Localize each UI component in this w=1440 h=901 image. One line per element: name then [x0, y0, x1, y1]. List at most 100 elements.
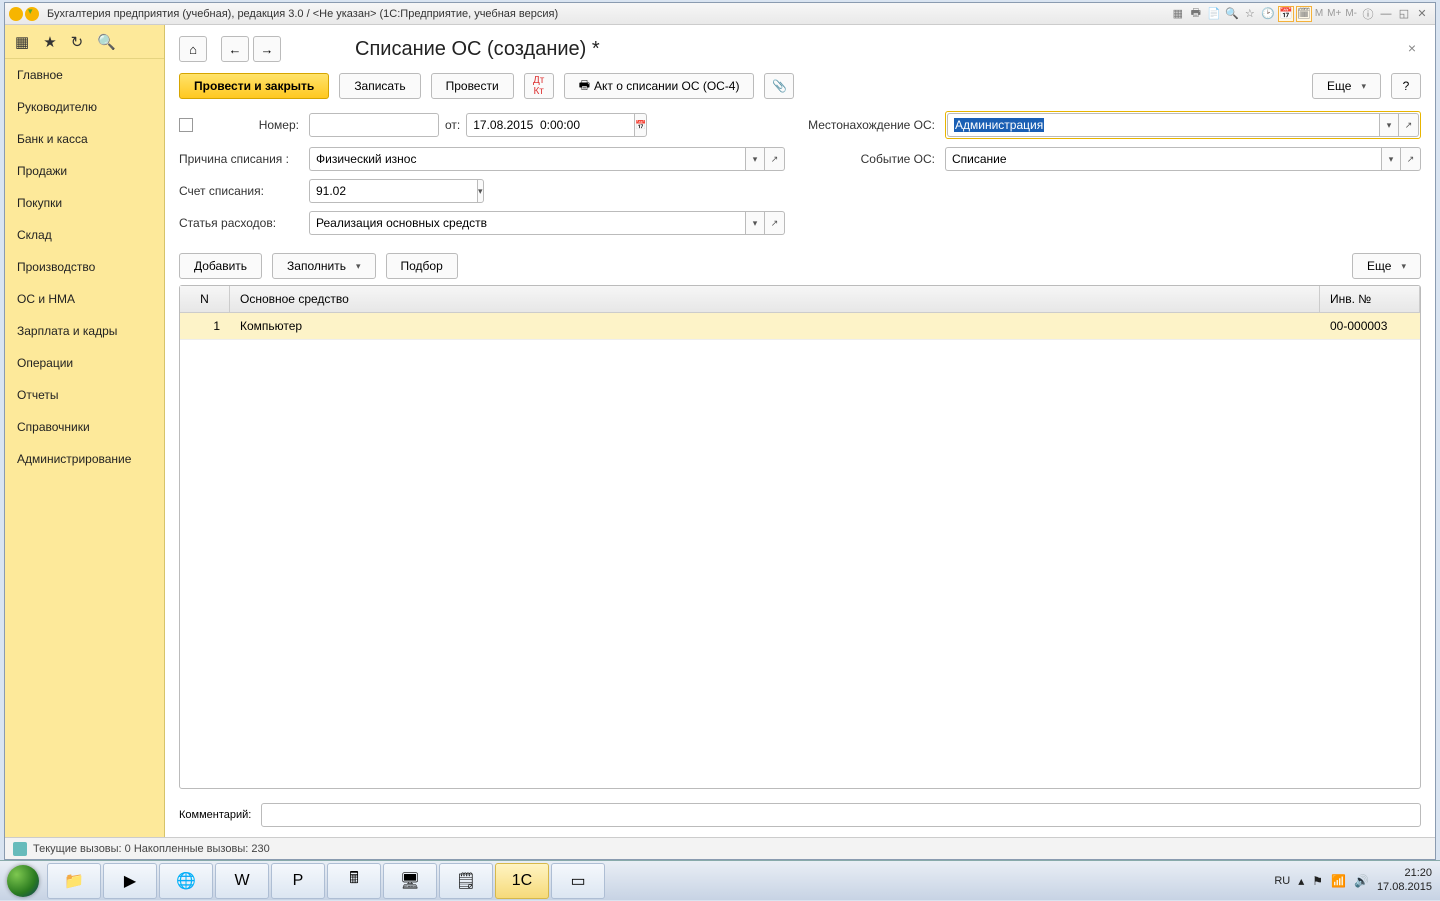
- taskbar-calc[interactable]: 🖩: [327, 863, 381, 899]
- mem-mminus[interactable]: M-: [1345, 8, 1357, 19]
- home-button[interactable]: ⌂: [179, 36, 207, 62]
- close-page-icon[interactable]: ×: [1403, 40, 1421, 58]
- date-field[interactable]: [466, 113, 634, 137]
- tb-icon-3[interactable]: 📄: [1206, 6, 1222, 22]
- expense-dropdown-icon[interactable]: ▾: [745, 211, 765, 235]
- table-more-button[interactable]: Еще: [1352, 253, 1421, 279]
- grid-body[interactable]: 1 Компьютер 00-000003: [180, 313, 1420, 788]
- taskbar-explorer[interactable]: 📁: [47, 863, 101, 899]
- sidebar-item-bank[interactable]: Банк и касса: [5, 123, 164, 155]
- sidebar-item-os-nma[interactable]: ОС и НМА: [5, 283, 164, 315]
- taskbar-media[interactable]: ▶: [103, 863, 157, 899]
- cell-inv: 00-000003: [1320, 313, 1420, 339]
- posted-checkbox[interactable]: [179, 118, 193, 132]
- comment-field[interactable]: [261, 803, 1421, 827]
- tb-calc-icon[interactable]: 📅: [1278, 6, 1294, 22]
- forward-button[interactable]: →: [253, 36, 281, 62]
- account-dropdown-icon[interactable]: ▾: [477, 179, 484, 203]
- reason-field[interactable]: [309, 147, 745, 171]
- tb-icon-5[interactable]: 🕑: [1260, 6, 1276, 22]
- tb-icon-4[interactable]: 🔍: [1224, 6, 1240, 22]
- maximize-icon[interactable]: ◱: [1396, 6, 1412, 22]
- form: Номер: от: 📅 Местонахождение ОС: Админис…: [179, 111, 1421, 235]
- sidebar-item-admin[interactable]: Администрирование: [5, 443, 164, 475]
- expense-open-icon[interactable]: ↗: [765, 211, 785, 235]
- location-dropdown-icon[interactable]: ▾: [1379, 113, 1399, 137]
- reason-open-icon[interactable]: ↗: [765, 147, 785, 171]
- taskbar: 📁 ▶ 🌐 W P 🖩 🖥 🗒 1C ▭ RU ▴ ⚑ 📶 🔊 21:20 17…: [0, 860, 1440, 900]
- apps-icon[interactable]: ▦: [15, 33, 29, 51]
- document-toolbar: Провести и закрыть Записать Провести ДтК…: [179, 73, 1421, 99]
- event-dropdown-icon[interactable]: ▾: [1381, 147, 1401, 171]
- location-open-icon[interactable]: ↗: [1399, 113, 1419, 137]
- mem-mplus[interactable]: M+: [1327, 8, 1341, 19]
- tray-clock[interactable]: 21:20 17.08.2015: [1377, 867, 1432, 893]
- account-field[interactable]: [309, 179, 477, 203]
- status-text: Текущие вызовы: 0 Накопленные вызовы: 23…: [33, 843, 270, 855]
- taskbar-notes[interactable]: 🗒: [439, 863, 493, 899]
- table-row[interactable]: 1 Компьютер 00-000003: [180, 313, 1420, 340]
- tray-lang[interactable]: RU: [1274, 875, 1290, 887]
- tb-calendar-icon[interactable]: 🗓: [1296, 6, 1312, 22]
- favorite-icon[interactable]: ★: [43, 33, 56, 51]
- sidebar-item-production[interactable]: Производство: [5, 251, 164, 283]
- tb-icon-2[interactable]: 🖶: [1188, 6, 1204, 22]
- save-button[interactable]: Записать: [339, 73, 420, 99]
- page-title: Списание ОС (создание) *: [355, 38, 600, 61]
- sidebar-item-manager[interactable]: Руководителю: [5, 91, 164, 123]
- more-button[interactable]: Еще: [1312, 73, 1381, 99]
- tray-up-icon[interactable]: ▴: [1298, 874, 1304, 888]
- event-field[interactable]: [945, 147, 1381, 171]
- taskbar-chrome[interactable]: 🌐: [159, 863, 213, 899]
- tray-flag-icon[interactable]: ⚑: [1312, 874, 1323, 888]
- tb-icon-star[interactable]: ☆: [1242, 6, 1258, 22]
- post-button[interactable]: Провести: [431, 73, 514, 99]
- expense-field[interactable]: [309, 211, 745, 235]
- cell-n: 1: [180, 313, 230, 339]
- search-icon[interactable]: 🔍: [97, 33, 116, 51]
- sidebar-item-salary[interactable]: Зарплата и кадры: [5, 315, 164, 347]
- taskbar-app2[interactable]: ▭: [551, 863, 605, 899]
- close-window-icon[interactable]: ✕: [1414, 6, 1430, 22]
- select-button[interactable]: Подбор: [386, 253, 458, 279]
- post-and-close-button[interactable]: Провести и закрыть: [179, 73, 329, 99]
- add-button[interactable]: Добавить: [179, 253, 262, 279]
- reason-dropdown-icon[interactable]: ▾: [745, 147, 765, 171]
- print-act-button[interactable]: 🖶Акт о списании ОС (ОС-4): [564, 73, 755, 99]
- sidebar-item-sales[interactable]: Продажи: [5, 155, 164, 187]
- taskbar-1c[interactable]: 1C: [495, 863, 549, 899]
- start-button[interactable]: [0, 861, 46, 901]
- tray-network-icon[interactable]: 📶: [1331, 874, 1346, 888]
- grid-header: N Основное средство Инв. №: [180, 286, 1420, 313]
- sidebar: ▦ ★ ↻ 🔍 Главное Руководителю Банк и касс…: [5, 25, 165, 837]
- dt-kt-button[interactable]: ДтКт: [524, 73, 554, 99]
- taskbar-word[interactable]: W: [215, 863, 269, 899]
- sidebar-item-reports[interactable]: Отчеты: [5, 379, 164, 411]
- col-n[interactable]: N: [180, 286, 230, 312]
- reason-label: Причина списания :: [179, 152, 299, 166]
- mem-m[interactable]: M: [1315, 8, 1323, 19]
- app-menu-icon[interactable]: [25, 7, 39, 21]
- taskbar-app1[interactable]: 🖥: [383, 863, 437, 899]
- taskbar-powerpoint[interactable]: P: [271, 863, 325, 899]
- sidebar-item-main[interactable]: Главное: [5, 59, 164, 91]
- location-field[interactable]: Администрация: [947, 113, 1379, 137]
- tb-icon-1[interactable]: ▦: [1170, 6, 1186, 22]
- minimize-icon[interactable]: —: [1378, 6, 1394, 22]
- fill-button[interactable]: Заполнить: [272, 253, 375, 279]
- sidebar-item-catalogs[interactable]: Справочники: [5, 411, 164, 443]
- back-button[interactable]: ←: [221, 36, 249, 62]
- sidebar-item-purchases[interactable]: Покупки: [5, 187, 164, 219]
- attachments-button[interactable]: 📎: [764, 73, 794, 99]
- calendar-icon[interactable]: 📅: [634, 113, 647, 137]
- sidebar-item-operations[interactable]: Операции: [5, 347, 164, 379]
- event-open-icon[interactable]: ↗: [1401, 147, 1421, 171]
- help-button[interactable]: ?: [1391, 73, 1421, 99]
- sidebar-item-warehouse[interactable]: Склад: [5, 219, 164, 251]
- col-inv[interactable]: Инв. №: [1320, 286, 1420, 312]
- number-field[interactable]: [309, 113, 439, 137]
- tray-sound-icon[interactable]: 🔊: [1354, 874, 1369, 888]
- col-name[interactable]: Основное средство: [230, 286, 1320, 312]
- info-icon[interactable]: ⓘ: [1360, 6, 1376, 22]
- history-icon[interactable]: ↻: [71, 33, 84, 51]
